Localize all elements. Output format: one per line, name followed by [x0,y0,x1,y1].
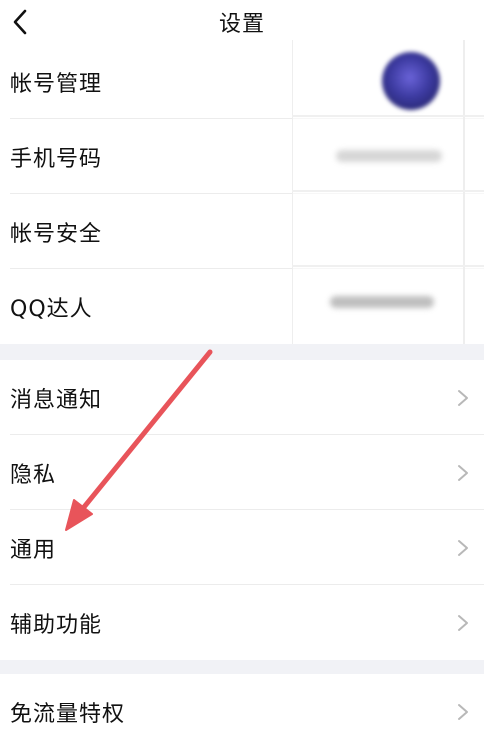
section-gap [0,344,484,360]
page-title: 设置 [218,12,265,37]
navigation-bar: 设置 [0,0,484,48]
chevron-right-icon [458,703,468,720]
chevron-right-icon [458,464,468,481]
avatar [382,52,440,110]
row-message-notification[interactable]: 消息通知 [0,360,484,435]
row-data-free-privilege[interactable]: 免流量特权 [0,674,484,749]
row-privacy[interactable]: 隐私 [0,435,484,510]
row-label: 通用 [10,537,57,563]
redacted-level [330,296,434,308]
redacted-phone [336,150,442,162]
chevron-right-icon [458,539,468,556]
row-label: 免流量特权 [10,701,126,727]
row-label: 帐号管理 [10,71,103,97]
chevron-right-icon [458,389,468,406]
row-accessibility[interactable]: 辅助功能 [0,585,484,660]
section-gap [0,660,484,674]
row-label: 手机号码 [10,146,103,172]
row-label: 帐号安全 [10,221,103,247]
row-label: 消息通知 [10,387,103,413]
chevron-right-icon [458,614,468,631]
row-general[interactable]: 通用 [0,510,484,585]
row-label: 隐私 [10,462,57,488]
row-label: 辅助功能 [10,612,103,638]
row-label: QQ达人 [10,296,93,322]
settings-group: 消息通知 隐私 通用 辅助功能 [0,360,484,660]
extras-group: 免流量特权 [0,674,484,749]
row-account-security[interactable]: 帐号安全 [0,194,484,269]
